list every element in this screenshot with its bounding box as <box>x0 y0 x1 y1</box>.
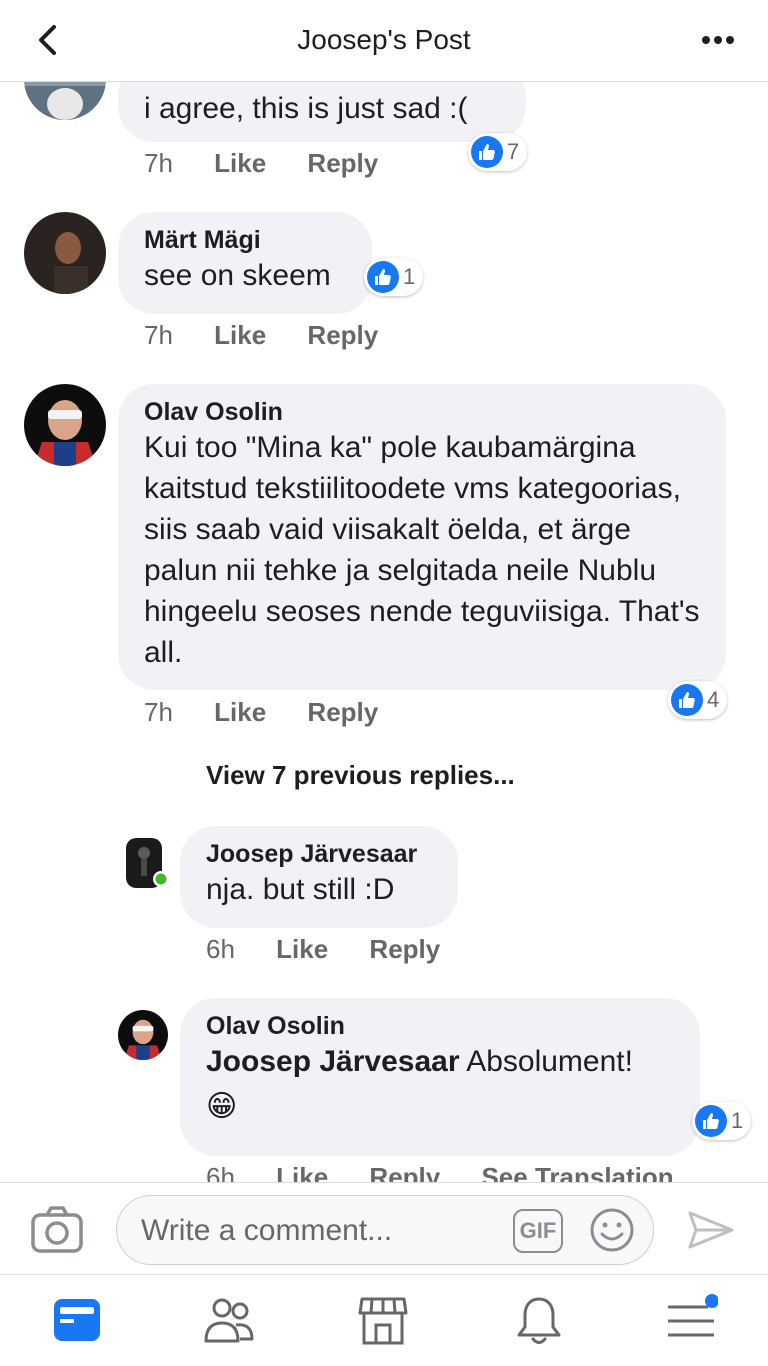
sticker-emoji-icon[interactable] <box>589 1207 635 1253</box>
reply-button[interactable]: Reply <box>307 320 378 350</box>
comment-time: 6h <box>206 1162 235 1182</box>
page-title: Joosep's Post <box>297 24 471 55</box>
commenter-name[interactable]: Joosep Järvesaar <box>206 840 432 869</box>
avatar[interactable] <box>118 1010 168 1060</box>
like-button[interactable]: Like <box>276 1162 328 1182</box>
like-reaction-icon <box>367 261 399 293</box>
commenter-name[interactable]: Olav Osolin <box>206 1012 674 1041</box>
comment-time: 6h <box>206 934 235 964</box>
mention-link[interactable]: Joosep Järvesaar <box>206 1045 460 1078</box>
comment-text: Absolument! <box>466 1045 633 1078</box>
like-button[interactable]: Like <box>214 320 266 350</box>
notifications-icon[interactable] <box>512 1293 566 1347</box>
reply-button[interactable]: Reply <box>307 148 378 178</box>
commenter-name[interactable]: Olav Osolin <box>144 398 700 427</box>
like-reaction-icon <box>471 136 503 168</box>
avatar[interactable] <box>24 82 106 120</box>
menu-icon[interactable] <box>664 1293 718 1347</box>
send-icon[interactable] <box>686 1205 736 1255</box>
comment-thread: i agree, this is just sad :( 7 7h Like R… <box>0 82 768 1182</box>
friends-icon[interactable] <box>202 1293 256 1347</box>
news-feed-icon[interactable] <box>50 1293 104 1347</box>
more-options-icon[interactable] <box>698 22 738 58</box>
reaction-count[interactable]: 4 <box>668 681 728 719</box>
reply-bubble: Olav Osolin Joosep Järvesaar Absolument!… <box>180 998 700 1156</box>
comment-composer: Write a comment... GIF <box>0 1182 768 1274</box>
comment-bubble: Märt Mägi see on skeem <box>118 212 372 314</box>
comment-bubble: i agree, this is just sad :( <box>118 82 526 142</box>
top-bar: Joosep's Post <box>0 0 768 82</box>
comment-input[interactable]: Write a comment... GIF <box>116 1195 654 1265</box>
comment-text: Kui too "Mina ka" pole kaubamärgina kait… <box>144 431 700 669</box>
like-button[interactable]: Like <box>276 934 328 964</box>
reaction-count[interactable]: 7 <box>468 133 528 171</box>
marketplace-icon[interactable] <box>356 1293 410 1347</box>
bottom-navigation <box>0 1274 768 1366</box>
comment-bubble: Olav Osolin Kui too "Mina ka" pole kauba… <box>118 384 726 690</box>
reaction-count[interactable]: 1 <box>364 258 424 296</box>
reply-button[interactable]: Reply <box>307 697 378 727</box>
reply-meta: 6h Like Reply See Translation <box>206 1162 708 1182</box>
avatar[interactable] <box>24 212 106 294</box>
view-previous-replies-link[interactable]: View 7 previous replies... <box>206 760 515 791</box>
online-status-icon <box>153 871 169 887</box>
commenter-name[interactable]: Märt Mägi <box>144 226 346 255</box>
comment-meta: 7h Like Reply <box>144 320 412 351</box>
comment-placeholder: Write a comment... <box>141 1214 393 1247</box>
see-translation-link[interactable]: See Translation <box>481 1162 673 1182</box>
comment-time: 7h <box>144 148 173 178</box>
reply-bubble: Joosep Järvesaar nja. but still :D <box>180 826 458 928</box>
reply-meta: 6h Like Reply <box>206 934 474 965</box>
gif-button[interactable]: GIF <box>513 1209 563 1253</box>
reaction-count[interactable]: 1 <box>692 1102 752 1140</box>
like-button[interactable]: Like <box>214 697 266 727</box>
reply-button[interactable]: Reply <box>369 1162 440 1182</box>
reply-button[interactable]: Reply <box>369 934 440 964</box>
camera-icon[interactable] <box>30 1205 84 1255</box>
grinning-emoji: 😁 <box>206 1090 238 1123</box>
like-reaction-icon <box>671 684 703 716</box>
comment-meta: 7h Like Reply <box>144 697 412 728</box>
comment-text: i agree, this is just sad :( <box>144 92 468 125</box>
comment-text: nja. but still :D <box>206 873 395 906</box>
comment-text: see on skeem <box>144 259 331 292</box>
comment-time: 7h <box>144 320 173 350</box>
comment-time: 7h <box>144 697 173 727</box>
like-reaction-icon <box>695 1105 727 1137</box>
avatar[interactable] <box>24 384 106 466</box>
comment-meta: 7h Like Reply <box>144 148 412 179</box>
like-button[interactable]: Like <box>214 148 266 178</box>
